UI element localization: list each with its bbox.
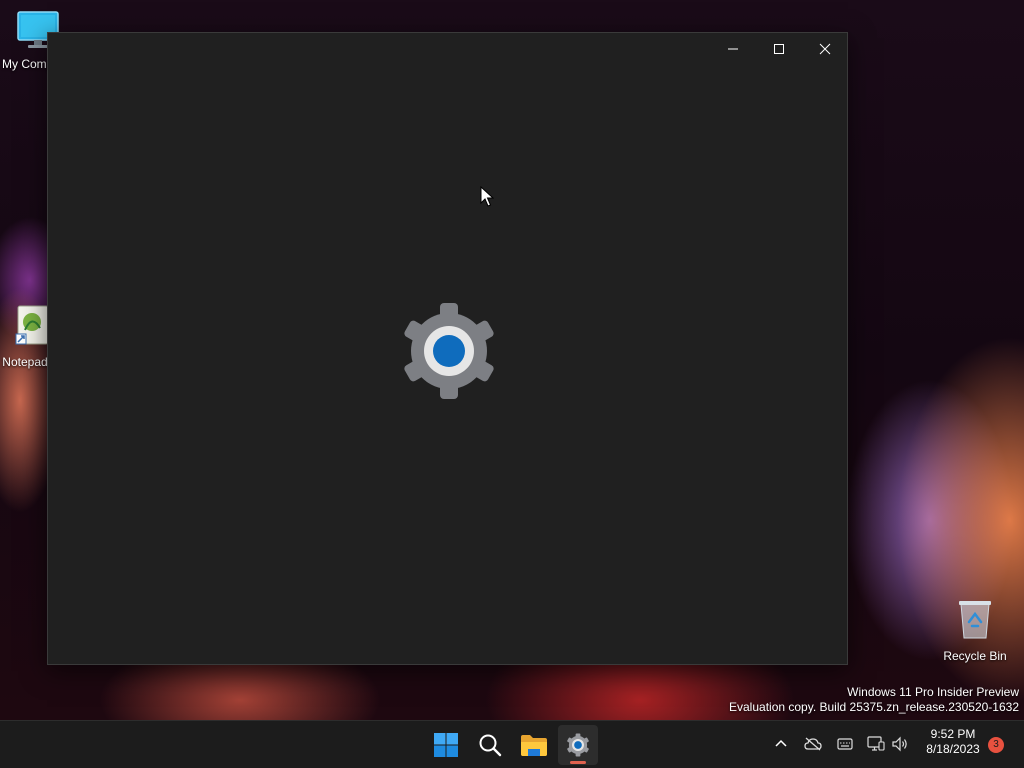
- minimize-button[interactable]: [710, 33, 756, 65]
- desktop-icon-recycle-bin[interactable]: Recycle Bin: [937, 598, 1013, 663]
- maximize-button[interactable]: [756, 33, 802, 65]
- clock-date: 8/18/2023: [926, 742, 980, 756]
- windows-logo-icon: [434, 733, 458, 757]
- gear-icon: [567, 733, 589, 757]
- running-indicator: [570, 761, 586, 764]
- start-button[interactable]: [426, 725, 466, 765]
- gear-icon: [404, 303, 494, 399]
- onedrive-icon: [804, 737, 822, 751]
- search-button[interactable]: [470, 725, 510, 765]
- minimize-icon: [728, 48, 738, 50]
- mouse-cursor-icon: [480, 186, 494, 207]
- notification-badge[interactable]: 3: [988, 737, 1004, 753]
- build-watermark: Windows 11 Pro Insider Preview Evaluatio…: [729, 685, 1019, 715]
- clock-time: 9:52 PM: [930, 727, 976, 741]
- volume-icon: [892, 736, 907, 752]
- settings-window[interactable]: [47, 32, 848, 665]
- clock-button[interactable]: 9:52 PM 8/18/2023: [918, 727, 988, 757]
- maximize-icon: [774, 44, 784, 54]
- close-button[interactable]: [802, 33, 848, 65]
- show-hidden-icons-button[interactable]: [770, 733, 792, 755]
- taskbar: 9:52 PM 8/18/2023 3: [0, 720, 1024, 768]
- volume-tray-button[interactable]: [889, 733, 911, 755]
- network-tray-button[interactable]: [865, 733, 887, 755]
- settings-taskbar-button[interactable]: [558, 725, 598, 765]
- folder-icon: [521, 735, 547, 756]
- recycle-bin-icon: [959, 601, 991, 639]
- desktop-icon-label: Recycle Bin: [943, 649, 1007, 663]
- watermark-line-2: Evaluation copy. Build 25375.zn_release.…: [729, 700, 1019, 714]
- close-icon: [819, 43, 831, 55]
- watermark-line-1: Windows 11 Pro Insider Preview: [847, 685, 1019, 699]
- onedrive-tray-button[interactable]: [802, 733, 824, 755]
- chevron-up-icon: [775, 739, 787, 747]
- network-icon: [867, 736, 885, 751]
- keyboard-tray-button[interactable]: [834, 733, 856, 755]
- notepad-icon: [15, 305, 49, 345]
- file-explorer-button[interactable]: [514, 725, 554, 765]
- keyboard-icon: [837, 738, 853, 750]
- search-icon: [479, 734, 502, 757]
